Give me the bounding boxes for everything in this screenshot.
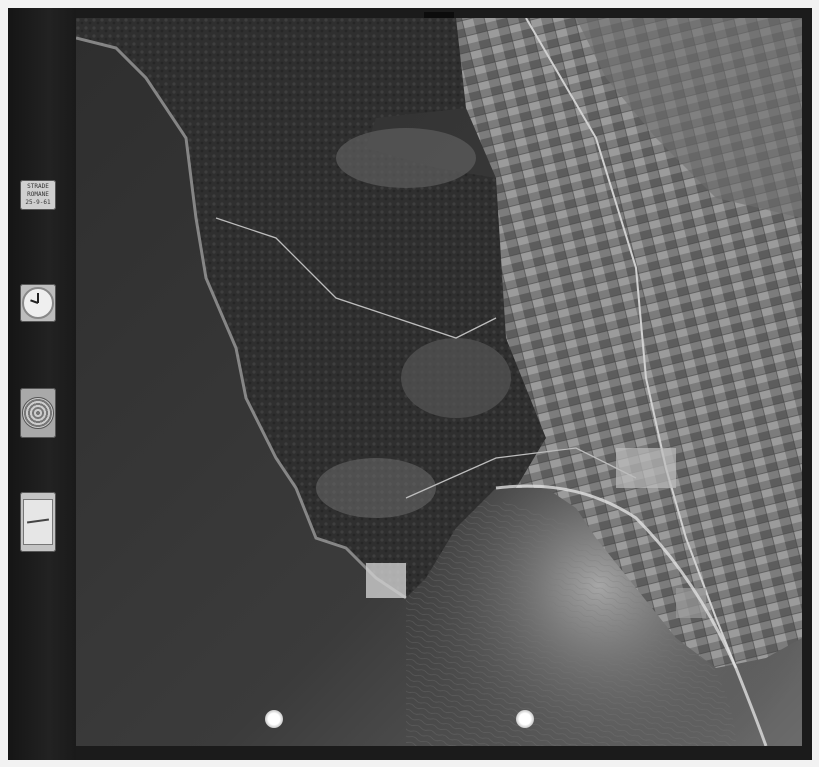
clock-gauge: [20, 284, 56, 322]
date-line-3: 25-9-61: [25, 199, 51, 206]
town-inland: [616, 448, 676, 488]
clearing: [401, 338, 511, 418]
altimeter-gauge: [20, 388, 56, 438]
clearing: [336, 128, 476, 188]
date-gauge-label: STRADE ROMANE 25-9-61: [25, 183, 50, 207]
fiducial-mark-right: [516, 710, 534, 728]
clock-icon: [22, 287, 54, 319]
altimeter-icon: [22, 397, 54, 429]
date-line-2: ROMANE: [27, 191, 49, 198]
level-bubble-icon: [23, 499, 53, 545]
aerial-photo-svg: [76, 18, 802, 746]
date-line-1: STRADE: [27, 183, 49, 190]
clearing: [316, 458, 436, 518]
level-gauge: [20, 492, 56, 552]
fiducial-mark-left: [265, 710, 283, 728]
date-gauge: STRADE ROMANE 25-9-61: [20, 180, 56, 210]
aerial-photo: [76, 18, 802, 746]
instrument-margin: [8, 8, 76, 760]
harbor-town: [366, 563, 406, 598]
